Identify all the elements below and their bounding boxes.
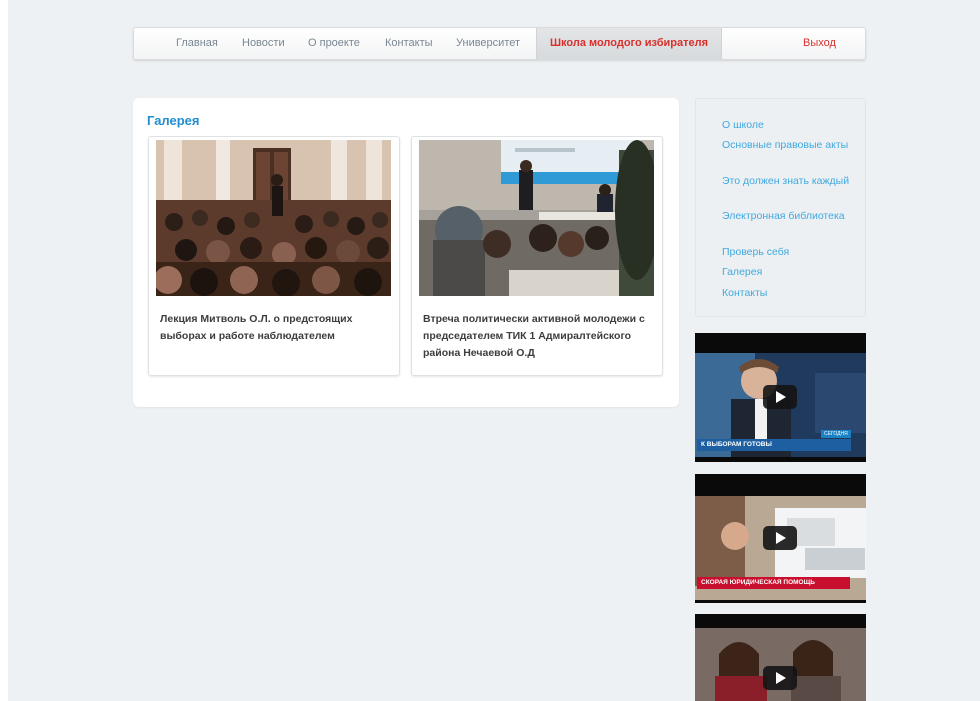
play-icon[interactable] [763,666,797,690]
gallery-caption: Лекция Митволь О.Л. о предстоящих выбора… [160,313,353,342]
nav-item-university[interactable]: Университет [456,28,520,59]
sidebar-item-contacts[interactable]: Контакты [722,285,852,301]
gallery-panel: Галерея Лекция Митволь О.Л. о предстоящи… [133,98,679,407]
play-icon[interactable] [763,526,797,550]
gallery-caption: Втреча политически активной молодежи с п… [423,313,645,359]
nav-item-home[interactable]: Главная [176,28,218,59]
gallery-photo-meeting[interactable] [419,140,654,296]
sidebar-item-legal-acts[interactable]: Основные правовые акты [722,137,852,153]
video-player[interactable] [695,614,866,701]
sidebar-item-self-test[interactable]: Проверь себя [722,244,852,260]
logout-link[interactable]: Выход [803,28,836,59]
video-overlay-tag: СЕГОДНЯ [821,430,851,438]
nav-item-young-voter-school[interactable]: Школа молодого избирателя [536,28,722,59]
nav-item-about[interactable]: О проекте [308,28,360,59]
nav-item-contacts[interactable]: Контакты [385,28,433,59]
sidebar-item-must-know[interactable]: Это должен знать каждый [722,173,852,189]
page: Главная Новости О проекте Контакты Униве… [0,0,980,701]
sidebar-menu: О школе Основные правовые акты Это долже… [695,98,866,317]
gallery-card[interactable]: Втреча политически активной молодежи с п… [411,136,663,376]
play-icon[interactable] [763,385,797,409]
sidebar-item-about-school[interactable]: О школе [722,117,852,133]
sidebar-item-gallery[interactable]: Галерея [722,264,852,280]
video-player[interactable]: СЕГОДНЯ К ВЫБОРАМ ГОТОВЫ [695,333,866,462]
gallery-photo-lecture[interactable] [156,140,391,296]
gallery-title: Галерея [147,113,200,128]
page-left-edge [0,0,8,701]
video-overlay-title: СКОРАЯ ЮРИДИЧЕСКАЯ ПОМОЩЬ [697,577,850,589]
nav-item-news[interactable]: Новости [242,28,285,59]
gallery-card[interactable]: Лекция Митволь О.Л. о предстоящих выбора… [148,136,400,376]
sidebar-item-e-library[interactable]: Электронная библиотека [722,208,852,224]
video-overlay-title: К ВЫБОРАМ ГОТОВЫ [697,439,851,451]
top-nav: Главная Новости О проекте Контакты Униве… [133,27,866,60]
video-player[interactable]: СКОРАЯ ЮРИДИЧЕСКАЯ ПОМОЩЬ [695,474,866,603]
